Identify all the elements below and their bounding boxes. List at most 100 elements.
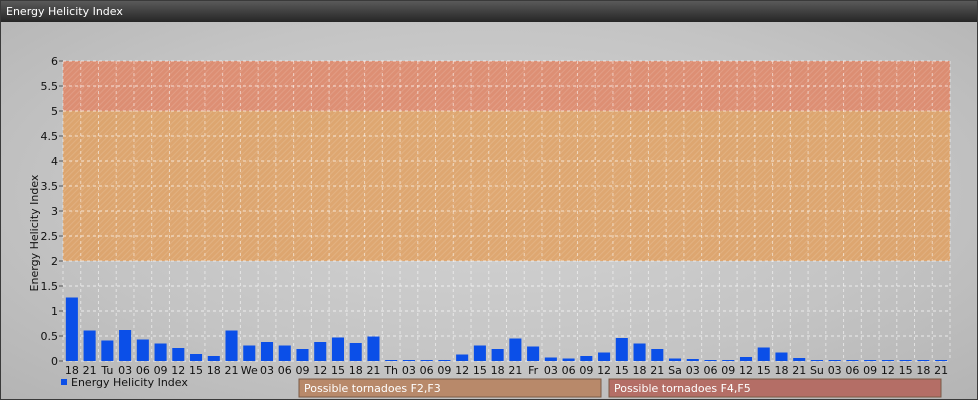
- y-tick-label: 4.5: [41, 130, 59, 143]
- bar: [260, 342, 274, 361]
- bar: [917, 360, 930, 361]
- x-tick-label: 12: [597, 364, 611, 377]
- x-tick-label: 21: [934, 364, 948, 377]
- x-tick-label: 03: [544, 364, 558, 377]
- x-tick-label: 12: [881, 364, 895, 377]
- bar: [509, 338, 522, 361]
- zone-legend-label-2: Possible tornadoes F4,F5: [614, 382, 751, 395]
- bar: [278, 345, 291, 361]
- x-tick-label: 18: [491, 364, 505, 377]
- x-tick-label: 21: [650, 364, 664, 377]
- x-tick-label: 06: [278, 364, 292, 377]
- x-tick-label: Su: [810, 364, 824, 377]
- bar: [101, 340, 114, 361]
- x-tick-label: 03: [260, 364, 274, 377]
- y-tick-label: 5: [51, 105, 58, 118]
- bar: [633, 343, 646, 361]
- x-tick-label: 15: [473, 364, 487, 377]
- x-tick-label: 18: [349, 364, 363, 377]
- bar: [243, 345, 256, 361]
- bar: [527, 346, 540, 361]
- window-title: Energy Helicity Index: [1, 1, 977, 22]
- bar: [402, 360, 415, 361]
- y-tick-label: 2: [51, 255, 58, 268]
- x-tick-label: Th: [383, 364, 398, 377]
- x-tick-label: 12: [739, 364, 753, 377]
- x-tick-label: 21: [792, 364, 806, 377]
- y-tick-label: 3.5: [41, 180, 59, 193]
- bar: [190, 354, 203, 361]
- x-tick-label: 15: [757, 364, 771, 377]
- y-tick-label: 1: [51, 305, 58, 318]
- legend-label: Energy Helicity Index: [71, 376, 188, 389]
- bar: [881, 360, 894, 361]
- zone-legend-label-1: Possible tornadoes F2,F3: [304, 382, 441, 395]
- legend: Energy Helicity Index: [61, 376, 188, 389]
- x-tick-label: 12: [313, 364, 327, 377]
- y-tick-label: 0: [51, 355, 58, 368]
- bar: [491, 349, 504, 361]
- y-tick-label: 1.5: [41, 280, 59, 293]
- x-tick-label: 03: [828, 364, 842, 377]
- bar: [331, 337, 345, 361]
- x-tick-label: 09: [721, 364, 735, 377]
- bar: [775, 352, 788, 361]
- bar: [385, 360, 398, 361]
- bar: [580, 356, 593, 361]
- x-tick-label: We: [241, 364, 258, 377]
- x-tick-label: 18: [774, 364, 788, 377]
- x-tick-label: 15: [331, 364, 345, 377]
- x-tick-label: Fr: [528, 364, 539, 377]
- bar: [544, 357, 557, 361]
- x-tick-label: 06: [704, 364, 718, 377]
- x-tick-label: 15: [189, 364, 203, 377]
- bar: [225, 330, 238, 361]
- bar: [739, 357, 753, 361]
- bar: [207, 356, 220, 361]
- y-tick-label: 3: [51, 205, 58, 218]
- x-tick-label: 15: [615, 364, 629, 377]
- bar: [172, 348, 185, 361]
- bar: [65, 297, 78, 361]
- x-tick-label: 15: [899, 364, 913, 377]
- bar: [367, 336, 380, 361]
- bar: [136, 339, 149, 361]
- x-tick-label: 18: [207, 364, 221, 377]
- x-tick-label: 06: [845, 364, 859, 377]
- x-tick-label: 09: [579, 364, 593, 377]
- x-tick-label: 03: [686, 364, 700, 377]
- y-tick-label: 5.5: [41, 80, 59, 93]
- bar: [846, 360, 859, 361]
- x-tick-label: 09: [863, 364, 877, 377]
- x-tick-label: 06: [562, 364, 576, 377]
- x-tick-label: 09: [295, 364, 309, 377]
- bar: [562, 358, 575, 361]
- x-tick-label: 21: [508, 364, 522, 377]
- bar: [651, 349, 664, 361]
- y-tick-label: 2.5: [41, 230, 59, 243]
- x-tick-label: 21: [225, 364, 239, 377]
- x-tick-label: 18: [633, 364, 647, 377]
- bar: [722, 360, 735, 361]
- bar: [420, 360, 433, 361]
- x-tick-label: 12: [455, 364, 469, 377]
- y-tick-label: 0.5: [41, 330, 59, 343]
- legend-swatch: [61, 379, 67, 385]
- y-axis-label: Energy Helicity Index: [28, 174, 41, 291]
- bar: [704, 360, 717, 361]
- chart-area: 0 0.5 1 1.5 2 2.5 3 3.5 4 4.5 5 5.5 6 18 21 Tu 03 06 09 12…: [1, 22, 977, 399]
- bar: [810, 360, 823, 361]
- bar: [793, 358, 806, 361]
- bar: [899, 360, 912, 361]
- chart-window: Energy Helicity Index 0 0.5 1 1.5 2 2.5 3 3.5 4 4…: [0, 0, 978, 400]
- bar: [935, 360, 948, 361]
- y-tick-label: 4: [51, 155, 58, 168]
- bar: [438, 360, 451, 361]
- bar: [119, 330, 132, 361]
- bar: [757, 347, 770, 361]
- x-tick-label: Sa: [668, 364, 682, 377]
- bar: [686, 359, 699, 361]
- bar: [615, 338, 628, 361]
- y-tick-label: 6: [51, 55, 58, 68]
- x-tick-label: 18: [916, 364, 930, 377]
